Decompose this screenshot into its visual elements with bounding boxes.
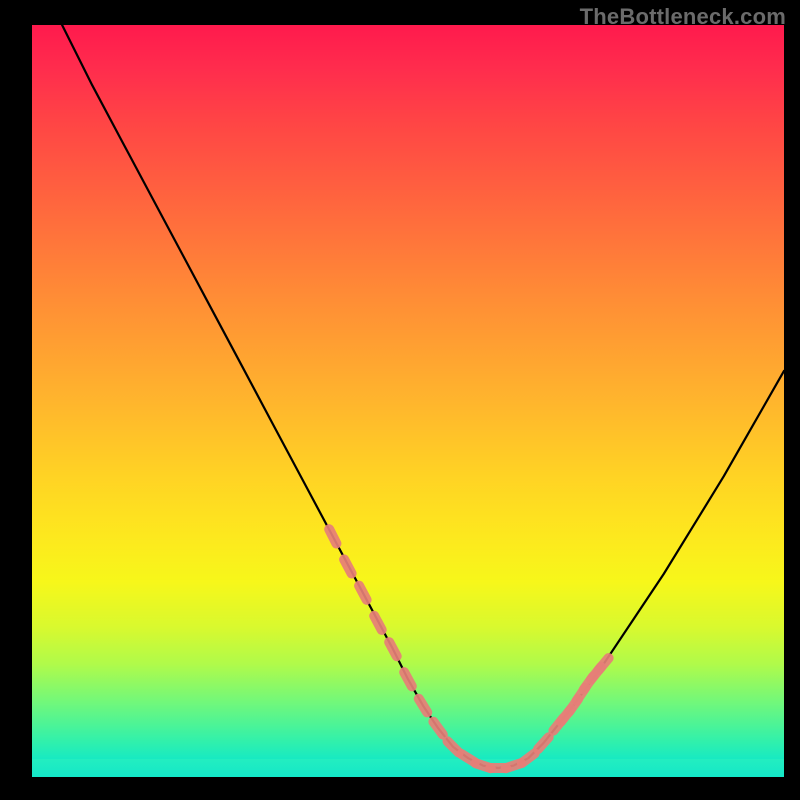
curve-marker [419,699,427,713]
chart-plot-area [32,25,784,777]
curve-marker [522,753,535,763]
curve-marker [389,642,397,656]
curve-marker [359,586,367,600]
curve-marker [448,741,459,752]
bottleneck-curve-path [62,25,784,768]
curve-marker [598,658,608,670]
curve-marker [433,722,442,735]
chart-frame: TheBottleneck.com [0,0,800,800]
curve-marker [374,616,382,630]
curve-marker [344,559,352,573]
curve-marker [538,737,549,749]
curve-marker [329,529,336,543]
watermark-text: TheBottleneck.com [580,4,786,30]
bottleneck-curve-svg [32,25,784,777]
curve-marker [404,672,412,686]
